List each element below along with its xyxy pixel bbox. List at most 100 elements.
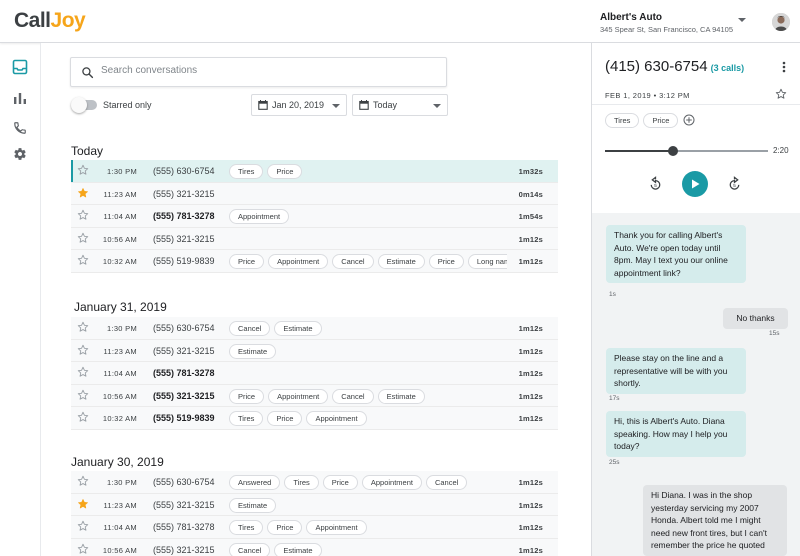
tag-chip[interactable]: Appointment: [361, 475, 422, 490]
call-tags: Tires Price Appointment: [229, 411, 507, 427]
nav-inbox[interactable]: [10, 57, 30, 77]
detail-call-count[interactable]: (3 calls): [711, 63, 745, 73]
tag-chip[interactable]: Cancel: [332, 388, 374, 404]
call-time: 10:56 AM: [102, 234, 137, 244]
star-outline-icon[interactable]: [77, 232, 89, 244]
table-row[interactable]: 1:30 PM (555) 630-6754 Tires Price 1m32s: [71, 160, 558, 183]
table-row[interactable]: 11:04 AM (555) 781-3278 Tires Price Appointm…: [71, 516, 558, 539]
table-row[interactable]: 1:30 PM (555) 630-6754 Cancel Estimate 1m12s: [71, 317, 558, 340]
star-outline-icon[interactable]: [77, 209, 89, 221]
nav-settings[interactable]: [10, 144, 30, 164]
table-row[interactable]: 10:56 AM (555) 321-3215 Cancel Estimate 1m12…: [71, 538, 558, 556]
tag-chip[interactable]: Tires: [229, 520, 264, 535]
tag-chip[interactable]: Cancel: [229, 321, 271, 336]
star-outline-icon[interactable]: [77, 389, 89, 401]
starred-only-toggle[interactable]: [71, 97, 97, 113]
table-row[interactable]: 10:56 AM (555) 321-3215 Price Appointment Ca…: [71, 384, 558, 407]
table-row[interactable]: 10:32 AM (555) 519-9839 Price Appointment Ca…: [71, 250, 558, 273]
table-row[interactable]: 11:04 AM (555) 781-3278 Appointment 1m54s: [71, 205, 558, 228]
business-dropdown-icon[interactable]: [738, 18, 746, 22]
table-row[interactable]: 10:56 AM (555) 321-3215 1m12s: [71, 227, 558, 250]
search-input[interactable]: [101, 65, 431, 76]
table-row[interactable]: 11:23 AM (555) 321-3215 Estimate 1m12s: [71, 339, 558, 362]
tag-chip[interactable]: Appointment: [268, 388, 329, 404]
forward-5-icon[interactable]: 5: [726, 176, 743, 193]
tag-chip[interactable]: Tires: [284, 475, 319, 490]
add-tag-icon[interactable]: [683, 114, 695, 126]
table-row[interactable]: 11:23 AM (555) 321-3215 Estimate 1m12s: [71, 493, 558, 516]
table-row[interactable]: 11:04 AM (555) 781-3278 1m12s: [71, 362, 558, 385]
conversation-list: 1:30 PM (555) 630-6754 Tires Price 1m32s 11:2…: [71, 160, 558, 273]
business-switcher[interactable]: Albert's Auto 345 Spear St, San Francisc…: [600, 12, 733, 34]
call-time: 1:30 PM: [106, 324, 137, 333]
tag-chip[interactable]: Appointment: [268, 254, 329, 269]
tag-chip[interactable]: Cancel: [332, 254, 374, 269]
tag-chip[interactable]: Appointment: [229, 209, 290, 224]
tag-chip[interactable]: Estimate: [229, 343, 277, 359]
call-time: 10:32 AM: [102, 257, 137, 266]
tag-chip[interactable]: Price: [643, 113, 679, 128]
tag-chip[interactable]: Estimate: [377, 254, 425, 269]
tag-chip[interactable]: Estimate: [377, 388, 425, 404]
star-outline-icon[interactable]: [77, 344, 89, 356]
call-tags: [229, 187, 507, 203]
call-tags: Tires Price: [229, 164, 507, 180]
star-outline-icon[interactable]: [77, 164, 89, 176]
tag-chip[interactable]: Price: [322, 475, 358, 490]
tag-chip[interactable]: Estimate: [274, 542, 322, 556]
tag-chip[interactable]: Appointment: [306, 411, 367, 426]
tag-chip[interactable]: Answered: [229, 475, 281, 490]
audio-scrubber[interactable]: [605, 146, 768, 156]
tag-chip[interactable]: Estimate: [274, 321, 322, 336]
avatar[interactable]: [772, 13, 790, 31]
tag-chip[interactable]: Tires: [229, 164, 264, 179]
tag-chip[interactable]: Appointment: [306, 520, 367, 535]
starred-only-label: Starred only: [103, 100, 152, 110]
call-duration: 1m12s: [518, 346, 543, 356]
nav-insights[interactable]: [10, 88, 30, 108]
star-outline-icon[interactable]: [77, 254, 89, 266]
app-logo[interactable]: CallJoy: [14, 9, 86, 33]
call-duration: 0m14s: [518, 189, 543, 199]
caller-phone: (555) 781-3278: [153, 211, 215, 221]
tag-chip[interactable]: Price: [428, 254, 464, 269]
transcript-message-in: Hi, this is Albert's Auto. Diana speakin…: [606, 411, 746, 457]
call-duration: 1m12s: [518, 324, 543, 333]
tag-chip[interactable]: Price: [267, 164, 303, 179]
star-outline-icon[interactable]: [77, 475, 89, 487]
call-duration: 1m32s: [518, 167, 543, 176]
date-to-dropdown[interactable]: Today: [352, 94, 448, 116]
table-row[interactable]: 10:32 AM (555) 519-9839 Tires Price Appointm…: [71, 407, 558, 430]
star-outline-icon[interactable]: [77, 520, 89, 532]
star-outline-icon[interactable]: [77, 411, 89, 423]
tag-chip[interactable]: Price: [229, 254, 265, 269]
play-button[interactable]: [682, 171, 708, 197]
tag-chip[interactable]: Price: [267, 520, 303, 535]
star-filled-icon[interactable]: [77, 498, 89, 510]
date-from-dropdown[interactable]: Jan 20, 2019: [251, 94, 347, 116]
call-tags: Estimate: [229, 343, 507, 360]
tag-chip[interactable]: Price: [229, 388, 265, 404]
table-row[interactable]: 11:23 AM (555) 321-3215 0m14s: [71, 182, 558, 205]
more-vert-icon[interactable]: [782, 61, 786, 73]
scrubber-handle[interactable]: [668, 146, 679, 156]
star-outline-icon[interactable]: [77, 366, 89, 378]
tag-chip[interactable]: Long name: [467, 254, 507, 269]
star-outline-icon[interactable]: [77, 543, 89, 555]
call-tags: [229, 232, 507, 248]
replay-5-icon[interactable]: 5: [647, 176, 664, 193]
caller-phone: (555) 321-3215: [153, 544, 215, 555]
tag-chip[interactable]: Estimate: [229, 497, 277, 513]
tag-chip[interactable]: Tires: [229, 411, 264, 426]
tag-chip[interactable]: Tires: [605, 113, 640, 128]
star-outline-icon[interactable]: [77, 321, 89, 333]
nav-calls[interactable]: [10, 118, 30, 138]
audio-duration: 2:20: [773, 146, 789, 155]
star-outline-icon[interactable]: [775, 88, 787, 100]
tag-chip[interactable]: Cancel: [229, 542, 271, 556]
tag-chip[interactable]: Price: [267, 411, 303, 426]
nav-rail: [0, 43, 41, 556]
star-filled-icon[interactable]: [77, 187, 89, 199]
tag-chip[interactable]: Cancel: [425, 475, 468, 490]
table-row[interactable]: 1:30 PM (555) 630-6754 Answered Tires Price A…: [71, 471, 558, 494]
